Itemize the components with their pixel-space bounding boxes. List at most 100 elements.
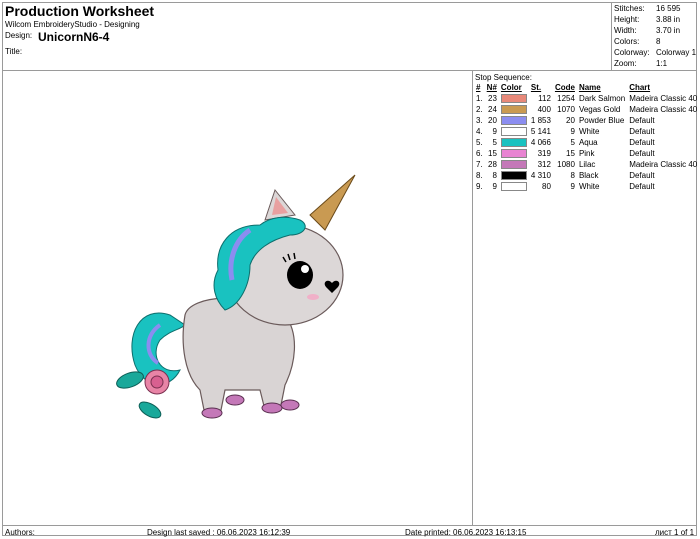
row-chart: Madeira Classic 40: [629, 160, 698, 169]
row-name: White: [578, 182, 600, 191]
title-label: Title:: [5, 47, 23, 56]
row-name: Lilac: [578, 160, 596, 169]
row-name: Vegas Gold: [578, 105, 621, 114]
row-number: 28: [488, 160, 497, 169]
row-chart: Default: [629, 182, 655, 191]
row-chart: Default: [629, 149, 655, 158]
row-color: [499, 181, 529, 192]
row-number: 20: [488, 116, 497, 125]
color-swatch: [500, 182, 527, 192]
color-swatch: [500, 138, 527, 148]
row-number: 9: [492, 127, 497, 136]
row-color: [499, 126, 529, 137]
footer-page: лист 1 of 1: [655, 528, 695, 537]
row-stitches: 319: [537, 149, 551, 158]
table-row: 2. 24 400 1070 Vegas Gold Madeira Classic 40: [474, 104, 699, 115]
row-stitches: 5 141: [530, 127, 551, 136]
row-index: 7.: [476, 160, 483, 169]
row-number: 5: [492, 138, 497, 147]
table-row: 3. 20 1 853 20 Powder Blue Default: [474, 115, 699, 126]
design-label: Design:: [5, 31, 33, 40]
color-swatch: [500, 94, 527, 104]
table-row: 5. 5 4 066 5 Aqua Default: [474, 137, 699, 148]
row-number: 8: [492, 171, 497, 180]
row-number: 15: [488, 149, 497, 158]
col-color-header: Color: [500, 83, 522, 92]
software-name: Wilcom EmbroideryStudio - Designing: [5, 20, 140, 29]
row-code: 8: [570, 171, 575, 180]
col-stitches-header: St.: [530, 83, 542, 92]
col-index-header: #: [476, 83, 481, 92]
row-stitches: 4 066: [530, 138, 551, 147]
row-code: 15: [566, 149, 575, 158]
row-code: 9: [570, 182, 575, 191]
row-color: [499, 104, 529, 115]
table-row: 8. 8 4 310 8 Black Default: [474, 170, 699, 181]
row-code: 1254: [557, 94, 575, 103]
col-name-header: Name: [578, 83, 601, 92]
footer-last-saved: Design last saved : 06.06.2023 16:12:39: [147, 528, 291, 537]
row-code: 1080: [557, 160, 575, 169]
row-stitches: 112: [538, 94, 551, 103]
row-color: [499, 93, 529, 104]
col-number-header: N#: [486, 83, 497, 92]
row-chart: Default: [629, 138, 655, 147]
color-swatch: [500, 171, 527, 181]
row-color: [499, 137, 529, 148]
color-swatch: [500, 160, 527, 170]
row-name: White: [578, 127, 600, 136]
row-index: 9.: [476, 182, 483, 191]
col-chart-header: Chart: [629, 83, 651, 92]
row-index: 5.: [476, 138, 483, 147]
color-swatch: [500, 116, 527, 126]
row-chart: Madeira Classic 40: [629, 105, 698, 114]
footer-date-printed: Date printed: 06.06.2023 16:13:15: [405, 528, 527, 537]
table-row: 6. 15 319 15 Pink Default: [474, 148, 699, 159]
stop-sequence-table: # N# Color St. Code Name Chart 1. 23 112 12…: [474, 82, 699, 192]
table-row: 9. 9 80 9 White Default: [474, 181, 699, 192]
row-code: 20: [566, 116, 575, 125]
row-color: [499, 170, 529, 181]
row-color: [499, 159, 529, 170]
color-swatch: [500, 127, 527, 137]
row-index: 6.: [476, 149, 483, 158]
footer-divider: [2, 525, 697, 526]
row-stitches: 4 310: [530, 171, 551, 180]
row-stitches: 312: [537, 160, 551, 169]
table-row: 4. 9 5 141 9 White Default: [474, 126, 699, 137]
stop-sequence-title: Stop Sequence:: [475, 73, 532, 82]
table-row: 1. 23 112 1254 Dark Salmon Madeira Classic 40: [474, 93, 699, 104]
design-stats-panel: Stitches: 16 595 Height: 3.88 in Width: 3.7…: [611, 3, 698, 70]
row-chart: Default: [629, 171, 655, 180]
color-swatch: [500, 105, 527, 115]
footer-authors: Authors:: [5, 528, 35, 537]
col-code-header: Code: [554, 83, 575, 92]
row-index: 8.: [476, 171, 483, 180]
design-name: UnicornN6-4: [38, 30, 110, 44]
row-number: 23: [488, 94, 497, 103]
row-number: 9: [492, 182, 497, 191]
row-index: 4.: [476, 127, 483, 136]
row-name: Powder Blue: [578, 116, 625, 125]
row-index: 1.: [476, 94, 483, 103]
row-code: 9: [570, 127, 575, 136]
row-name: Pink: [578, 149, 595, 158]
row-color: [499, 115, 529, 126]
row-color: [499, 148, 529, 159]
panel-divider: [472, 70, 473, 525]
row-index: 3.: [476, 116, 483, 125]
row-stitches: 400: [537, 105, 551, 114]
row-index: 2.: [476, 105, 483, 114]
header-divider: [2, 70, 697, 71]
row-code: 5: [570, 138, 575, 147]
row-code: 1070: [557, 105, 575, 114]
color-swatch: [500, 149, 527, 159]
row-name: Black: [578, 171, 599, 180]
row-stitches: 1 853: [530, 116, 551, 125]
row-chart: Default: [629, 127, 655, 136]
row-number: 24: [488, 105, 497, 114]
row-name: Dark Salmon: [578, 94, 626, 103]
table-row: 7. 28 312 1080 Lilac Madeira Classic 40: [474, 159, 699, 170]
row-stitches: 80: [542, 182, 551, 191]
row-chart: Default: [629, 116, 655, 125]
